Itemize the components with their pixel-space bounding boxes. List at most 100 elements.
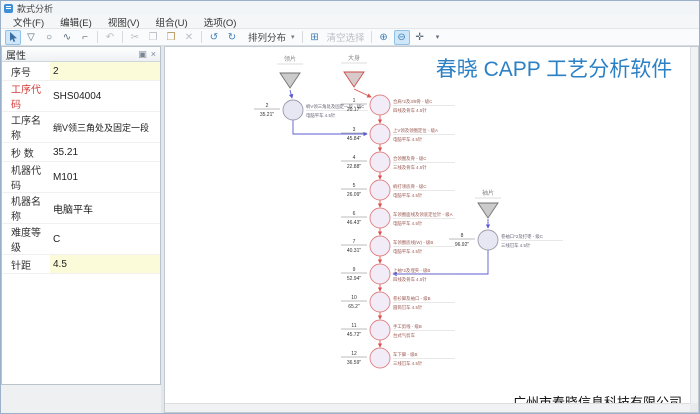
triangle-tool-button[interactable]: ▽ bbox=[23, 30, 39, 45]
process-node-6[interactable] bbox=[370, 208, 390, 228]
cut-button[interactable]: ✂ bbox=[127, 30, 143, 45]
menu-view[interactable]: 视图(V) bbox=[100, 15, 148, 29]
cursor-icon bbox=[9, 32, 18, 43]
property-value-difficulty[interactable]: C bbox=[50, 224, 160, 254]
process-node-3[interactable] bbox=[370, 124, 390, 144]
vertical-scrollbar[interactable] bbox=[690, 47, 698, 403]
process-node-11[interactable] bbox=[370, 320, 390, 340]
app-icon bbox=[4, 4, 13, 13]
node-process-name: 合肩*2及3/8骨 - 级C bbox=[393, 98, 432, 105]
chevron-down-icon: ▾ bbox=[291, 33, 295, 41]
curve-tool-button[interactable]: ∿ bbox=[59, 30, 75, 45]
property-value-stitch[interactable]: 4.5 bbox=[50, 255, 160, 273]
process-node-4[interactable] bbox=[370, 152, 390, 172]
part-source-label: 袖片 bbox=[482, 189, 494, 197]
part-source-label: 大身 bbox=[348, 54, 360, 62]
properties-panel-title: 属性 bbox=[6, 47, 134, 62]
property-value-serial[interactable]: 2 bbox=[50, 62, 160, 80]
node-machine: 台式气剪车 bbox=[393, 332, 416, 339]
toolbar-separator bbox=[97, 31, 98, 43]
toolbar-separator bbox=[302, 31, 303, 43]
properties-panel-header: 属性 ▣ × bbox=[2, 47, 160, 62]
polyline-tool-button[interactable]: ⌐ bbox=[77, 30, 93, 45]
menu-file[interactable]: 文件(F) bbox=[5, 15, 52, 29]
node-seconds: 45.84" bbox=[347, 136, 362, 142]
property-row: 序号 2 bbox=[2, 62, 160, 81]
node-number: 5 bbox=[353, 183, 356, 189]
menu-options[interactable]: 选项(O) bbox=[196, 15, 245, 29]
circle-tool-button[interactable]: ○ bbox=[41, 30, 57, 45]
node-seconds: 20.17" bbox=[347, 107, 362, 113]
process-node-8[interactable] bbox=[478, 230, 498, 250]
node-number: 9 bbox=[353, 267, 356, 273]
window-title: 款式分析 bbox=[17, 2, 53, 15]
node-number: 10 bbox=[351, 295, 357, 301]
property-value-process-name[interactable]: 绱V领三角处及固定一段 bbox=[50, 112, 160, 142]
rotate-left-button[interactable]: ↺ bbox=[206, 30, 222, 45]
align-grid-button[interactable]: ⊞ bbox=[307, 30, 323, 45]
part-source-triangle[interactable] bbox=[344, 72, 364, 87]
select-tool-button[interactable] bbox=[5, 30, 21, 45]
node-number: 2 bbox=[266, 103, 269, 109]
property-label: 秒 数 bbox=[2, 145, 50, 160]
arrange-distribute-button[interactable]: 排列分布 ▾ bbox=[242, 30, 298, 45]
horizontal-scrollbar[interactable] bbox=[165, 403, 690, 412]
copy-button[interactable]: ❐ bbox=[145, 30, 161, 45]
diagram-canvas[interactable]: 领片大身袖片235.21"绱V领三角处及固定一段 - 级C电脑平车 4.5针12… bbox=[164, 46, 699, 413]
menu-edit[interactable]: 编辑(E) bbox=[52, 15, 100, 29]
node-number: 7 bbox=[353, 239, 356, 245]
node-number: 8 bbox=[461, 233, 464, 239]
undo-button[interactable]: ↶ bbox=[102, 30, 118, 45]
pan-button[interactable]: ✛ bbox=[412, 30, 428, 45]
property-row: 针距 4.5 bbox=[2, 255, 160, 274]
node-seconds: 35.21" bbox=[260, 112, 275, 118]
rotate-right-button[interactable]: ↻ bbox=[224, 30, 240, 45]
process-node-1[interactable] bbox=[370, 95, 390, 115]
node-machine: 三线冚车 4.5针 bbox=[393, 360, 423, 367]
node-machine: 电脑平车 4.5针 bbox=[306, 112, 336, 119]
property-value-machine-name[interactable]: 电脑平车 bbox=[50, 193, 160, 223]
toolbar-separator bbox=[201, 31, 202, 43]
part-source-triangle[interactable] bbox=[478, 203, 498, 218]
arrange-distribute-label: 排列分布 bbox=[245, 30, 289, 44]
process-flow-diagram: 领片大身袖片235.21"绱V领三角处及固定一段 - 级C电脑平车 4.5针12… bbox=[165, 47, 692, 410]
property-value-seconds[interactable]: 35.21 bbox=[50, 143, 160, 161]
main-area: 属性 ▣ × 序号 2 工序代码 SHS04004 工序名称 绱V领三角处及固定… bbox=[1, 46, 699, 413]
scrollbar-corner bbox=[690, 403, 698, 412]
property-value-process-code[interactable]: SHS04004 bbox=[50, 81, 160, 111]
node-process-name: 绱打领底骨 - 级C bbox=[393, 183, 426, 190]
node-seconds: 45.72" bbox=[347, 332, 362, 338]
node-process-name: 车领圈底线(W) - 级B bbox=[393, 239, 433, 246]
node-number: 11 bbox=[351, 323, 356, 329]
node-seconds: 65.2" bbox=[348, 304, 360, 310]
node-process-name: 合领圈及骨 - 级C bbox=[393, 155, 426, 162]
zoom-out-button[interactable]: ⊖ bbox=[394, 30, 410, 45]
node-process-name: 卷衫脚及袖口 - 级B bbox=[393, 295, 431, 302]
clear-selection-button[interactable]: 清空选择 bbox=[324, 30, 368, 44]
menu-group[interactable]: 组合(U) bbox=[147, 15, 195, 29]
node-seconds: 26.09" bbox=[347, 192, 362, 198]
delete-button[interactable]: ✕ bbox=[181, 30, 197, 45]
paste-button[interactable]: ❒ bbox=[163, 30, 179, 45]
process-node-7[interactable] bbox=[370, 236, 390, 256]
process-node-2[interactable] bbox=[283, 100, 303, 120]
toolbar-separator bbox=[371, 31, 372, 43]
toolbar-overflow-button[interactable]: ▾ bbox=[430, 30, 446, 45]
pin-icon[interactable]: ▣ bbox=[138, 49, 147, 60]
zoom-in-button[interactable]: ⊕ bbox=[376, 30, 392, 45]
property-row: 机器名称 电脑平车 bbox=[2, 193, 160, 224]
part-source-triangle[interactable] bbox=[280, 73, 300, 88]
property-label: 难度等级 bbox=[2, 224, 50, 254]
process-node-12[interactable] bbox=[370, 348, 390, 368]
node-machine: 电脑平车 4.5针 bbox=[393, 248, 423, 255]
property-label: 机器名称 bbox=[2, 193, 50, 223]
flow-connector bbox=[293, 120, 367, 134]
node-number: 6 bbox=[353, 211, 356, 217]
property-value-machine-code[interactable]: M101 bbox=[50, 162, 160, 192]
process-node-9[interactable] bbox=[370, 264, 390, 284]
node-machine: 电脑平车 4.5针 bbox=[393, 192, 423, 199]
process-node-10[interactable] bbox=[370, 292, 390, 312]
close-icon[interactable]: × bbox=[151, 49, 156, 59]
process-node-5[interactable] bbox=[370, 180, 390, 200]
node-process-name: 上V领及领圈定位 - 级A bbox=[393, 127, 438, 134]
